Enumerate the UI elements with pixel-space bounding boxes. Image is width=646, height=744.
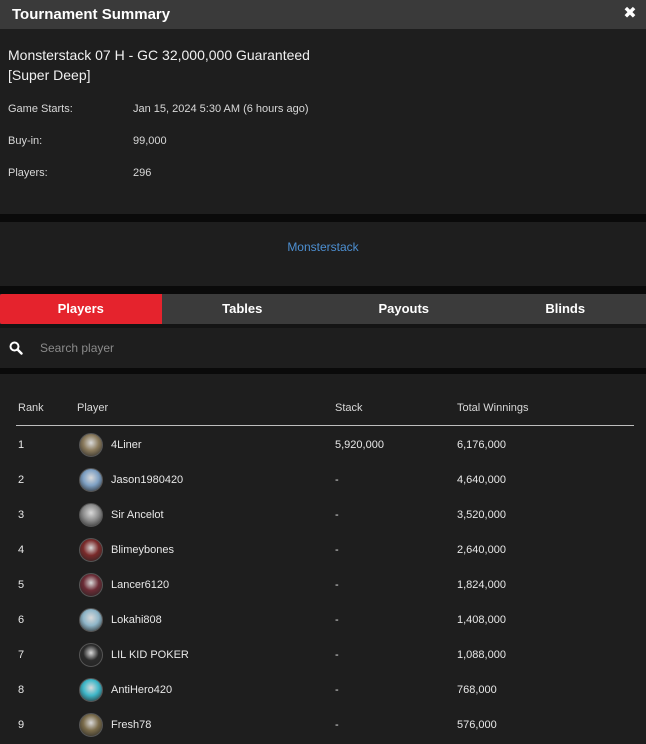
tab-players[interactable]: Players (0, 294, 162, 324)
player-avatar (79, 503, 103, 527)
row-rank: 5 (18, 579, 25, 591)
title-bar: Tournament Summary ✖ (0, 0, 646, 29)
table-row[interactable]: 8 AntiHero420 - 768,000 (16, 672, 634, 707)
row-stack: - (335, 509, 339, 521)
row-winnings: 1,408,000 (457, 614, 506, 626)
row-rank: 7 (18, 649, 25, 661)
row-winnings: 1,088,000 (457, 649, 506, 661)
header-winnings: Total Winnings (457, 402, 529, 414)
close-icon[interactable]: ✖ (622, 5, 638, 23)
tournament-info: Monsterstack 07 H - GC 32,000,000 Guaran… (0, 29, 646, 214)
row-player: Blimeybones (111, 544, 174, 556)
series-section: Monsterstack (0, 222, 646, 286)
search-input[interactable] (32, 336, 632, 360)
row-winnings: 2,640,000 (457, 544, 506, 556)
row-rank: 2 (18, 474, 25, 486)
row-player: LIL KID POKER (111, 649, 189, 661)
search-bar (0, 328, 646, 368)
tab-bar: Players Tables Payouts Blinds (0, 294, 646, 324)
row-winnings: 768,000 (457, 684, 497, 696)
window-title: Tournament Summary (12, 6, 171, 23)
player-avatar (79, 713, 103, 737)
row-rank: 6 (18, 614, 25, 626)
table-row[interactable]: 1 4Liner 5,920,000 6,176,000 (16, 427, 634, 462)
series-link[interactable]: Monsterstack (0, 240, 646, 254)
row-player: 4Liner (111, 439, 142, 451)
player-avatar (79, 433, 103, 457)
table-row[interactable]: 9 Fresh78 - 576,000 (16, 707, 634, 742)
tab-blinds[interactable]: Blinds (485, 294, 646, 324)
row-player: AntiHero420 (111, 684, 173, 696)
header-stack: Stack (335, 402, 363, 414)
row-player: Fresh78 (111, 719, 152, 731)
divider (0, 286, 646, 294)
table-row[interactable]: 7 LIL KID POKER - 1,088,000 (16, 637, 634, 672)
player-avatar (79, 538, 103, 562)
table-row[interactable]: 4 Blimeybones - 2,640,000 (16, 532, 634, 567)
row-stack: - (335, 719, 339, 731)
row-stack: - (335, 684, 339, 696)
table-row[interactable]: 2 Jason1980420 - 4,640,000 (16, 462, 634, 497)
tournament-name: Monsterstack 07 H - GC 32,000,000 Guaran… (8, 47, 310, 83)
players-label: Players: (8, 167, 48, 179)
row-player: Jason1980420 (111, 474, 184, 486)
row-stack: - (335, 544, 339, 556)
player-avatar (79, 468, 103, 492)
player-avatar (79, 573, 103, 597)
row-player: Lokahi808 (111, 614, 162, 626)
row-rank: 4 (18, 544, 25, 556)
buy-in-value: 99,000 (133, 135, 167, 147)
row-rank: 9 (18, 719, 25, 731)
player-avatar (79, 643, 103, 667)
row-winnings: 576,000 (457, 719, 497, 731)
header-rank: Rank (18, 402, 44, 414)
row-winnings: 1,824,000 (457, 579, 506, 591)
row-winnings: 6,176,000 (457, 439, 506, 451)
row-stack: - (335, 614, 339, 626)
player-avatar (79, 608, 103, 632)
player-avatar (79, 678, 103, 702)
row-rank: 1 (18, 439, 25, 451)
buy-in-label: Buy-in: (8, 135, 43, 147)
row-player: Lancer6120 (111, 579, 170, 591)
table-row[interactable]: 3 Sir Ancelot - 3,520,000 (16, 497, 634, 532)
row-rank: 8 (18, 684, 25, 696)
row-winnings: 3,520,000 (457, 509, 506, 521)
search-icon (9, 341, 23, 355)
game-starts-value: Jan 15, 2024 5:30 AM (6 hours ago) (133, 103, 309, 115)
players-table: Rank Player Stack Total Winnings 1 4Line… (0, 374, 646, 744)
tab-tables[interactable]: Tables (162, 294, 324, 324)
game-starts-label: Game Starts: (8, 103, 73, 115)
table-header: Rank Player Stack Total Winnings (16, 398, 634, 426)
row-winnings: 4,640,000 (457, 474, 506, 486)
players-value: 296 (133, 167, 152, 179)
table-row[interactable]: 5 Lancer6120 - 1,824,000 (16, 567, 634, 602)
row-rank: 3 (18, 509, 25, 521)
row-stack: - (335, 474, 339, 486)
header-player: Player (77, 402, 109, 414)
row-player: Sir Ancelot (111, 509, 164, 521)
row-stack: - (335, 649, 339, 661)
tab-payouts[interactable]: Payouts (323, 294, 485, 324)
row-stack: - (335, 579, 339, 591)
divider (0, 214, 646, 222)
table-row[interactable]: 6 Lokahi808 - 1,408,000 (16, 602, 634, 637)
row-stack: 5,920,000 (335, 439, 384, 451)
